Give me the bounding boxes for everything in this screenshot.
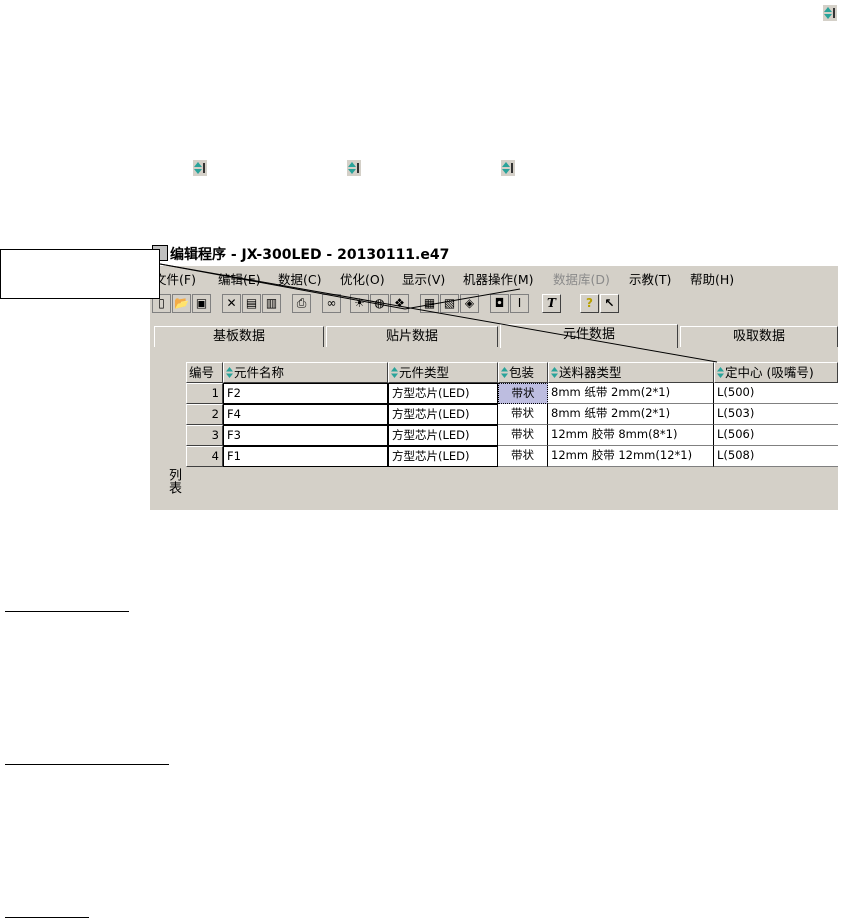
sort-arrow-icon <box>717 367 724 378</box>
menu-data[interactable]: 数据(C) <box>278 269 321 288</box>
sort-icon <box>347 160 361 176</box>
sort-icon <box>193 160 207 176</box>
open-icon[interactable]: 📂 <box>172 294 191 313</box>
menu-optimize[interactable]: 优化(O) <box>340 269 385 288</box>
col-header-name-label: 元件名称 <box>234 365 285 380</box>
sort-arrow-icon <box>391 367 398 378</box>
sort-arrow-icon <box>551 367 558 378</box>
cell-centering[interactable]: L(503) <box>714 404 838 425</box>
light-icon[interactable]: ☀ <box>350 294 369 313</box>
col-header-feeder[interactable]: 送料器类型 <box>548 362 714 383</box>
cut-icon[interactable]: ✕ <box>222 294 241 313</box>
tab-component-data[interactable]: 元件数据 <box>500 324 678 348</box>
menu-view[interactable]: 显示(V) <box>402 269 445 288</box>
cell-package[interactable]: 带状 <box>498 446 548 467</box>
row-number[interactable]: 1 <box>186 383 223 404</box>
tab-pickup-data[interactable]: 吸取数据 <box>680 326 838 347</box>
cell-package[interactable]: 带状 <box>498 425 548 446</box>
cell-component-type[interactable]: 方型芯片(LED) <box>388 446 498 467</box>
col-header-num[interactable]: 编号 <box>186 362 223 383</box>
menu-teach[interactable]: 示教(T) <box>629 269 671 288</box>
window-title: 编辑程序 - JX-300LED - 20130111.e47 <box>170 247 450 263</box>
cell-feeder-type[interactable]: 8mm 纸带 2mm(2*1) <box>548 404 714 425</box>
cell-feeder-type[interactable]: 8mm 纸带 2mm(2*1) <box>548 383 714 404</box>
column-icon[interactable]: Ⅰ <box>510 294 529 313</box>
print-icon[interactable]: ⎙ <box>292 294 311 313</box>
cell-feeder-type[interactable]: 12mm 胶带 12mm(12*1) <box>548 446 714 467</box>
menu-machine[interactable]: 机器操作(M) <box>463 269 534 288</box>
cell-centering[interactable]: L(508) <box>714 446 838 467</box>
help-icon[interactable]: ? <box>580 294 599 313</box>
heading-underline <box>5 611 129 612</box>
col-header-pack-label: 包装 <box>509 365 535 380</box>
package-icon[interactable]: ◈ <box>460 294 479 313</box>
sort-arrow-icon <box>226 367 233 378</box>
col-header-center[interactable]: 定中心 (吸嘴号) <box>714 362 838 383</box>
find-icon[interactable]: ∞ <box>322 294 341 313</box>
col-header-center-label: 定中心 (吸嘴号) <box>725 365 814 380</box>
col-header-type[interactable]: 元件类型 <box>388 362 498 383</box>
toolbar: ▯ 📂 ▣ ✕ ▤ ▥ ⎙ ∞ ☀ ◍ ❖ ▦ ▧ ◈ ◘ Ⅰ T ? ↖ <box>150 288 838 318</box>
cell-component-type[interactable]: 方型芯片(LED) <box>388 383 498 404</box>
nozzle-icon[interactable]: ◘ <box>490 294 509 313</box>
col-header-pack[interactable]: 包装 <box>498 362 548 383</box>
tab-strip: 基板数据 贴片数据 元件数据 吸取数据 <box>150 324 838 348</box>
col-header-type-label: 元件类型 <box>399 365 450 380</box>
heading-underline <box>5 917 89 918</box>
sort-arrow-icon <box>501 367 508 378</box>
cell-feeder-type[interactable]: 12mm 胶带 8mm(8*1) <box>548 425 714 446</box>
tab-placement-data[interactable]: 贴片数据 <box>326 326 498 347</box>
cell-component-type[interactable]: 方型芯片(LED) <box>388 404 498 425</box>
cell-centering[interactable]: L(506) <box>714 425 838 446</box>
tab-board-data[interactable]: 基板数据 <box>154 326 324 347</box>
cell-package[interactable]: 带状 <box>498 404 548 425</box>
copy-icon[interactable]: ▤ <box>242 294 261 313</box>
cell-package[interactable]: 带状 <box>498 383 548 404</box>
menu-file[interactable]: 文件(F) <box>154 269 196 288</box>
list-side-label[interactable]: 列表 <box>164 468 183 494</box>
cell-component-name[interactable]: F3 <box>223 425 388 446</box>
sort-icon <box>823 5 837 21</box>
menu-help[interactable]: 帮助(H) <box>690 269 734 288</box>
paste-icon[interactable]: ▥ <box>262 294 281 313</box>
cell-component-name[interactable]: F4 <box>223 404 388 425</box>
save-icon[interactable]: ▣ <box>192 294 211 313</box>
cell-centering[interactable]: L(500) <box>714 383 838 404</box>
heading-underline <box>5 764 169 765</box>
row-number[interactable]: 2 <box>186 404 223 425</box>
component-icon[interactable]: ▦ <box>420 294 439 313</box>
title-bar: 编辑程序 - JX-300LED - 20130111.e47 <box>150 240 838 266</box>
cell-component-name[interactable]: F2 <box>223 383 388 404</box>
cell-component-type[interactable]: 方型芯片(LED) <box>388 425 498 446</box>
edit-program-window: 编辑程序 - JX-300LED - 20130111.e47 文件(F) 编辑… <box>150 240 838 510</box>
menu-edit[interactable]: 编辑(E) <box>218 269 261 288</box>
callout-box <box>0 249 160 299</box>
col-header-feeder-label: 送料器类型 <box>559 365 622 380</box>
context-help-icon[interactable]: ↖ <box>600 294 619 313</box>
color-icon[interactable]: ◍ <box>370 294 389 313</box>
text-icon[interactable]: T <box>542 294 561 313</box>
feeder-icon[interactable]: ▧ <box>440 294 459 313</box>
row-number[interactable]: 4 <box>186 446 223 467</box>
col-header-name[interactable]: 元件名称 <box>223 362 388 383</box>
menu-bar: 文件(F) 编辑(E) 数据(C) 优化(O) 显示(V) 机器操作(M) 数据… <box>150 266 838 288</box>
menu-database: 数据库(D) <box>553 272 610 287</box>
row-number[interactable]: 3 <box>186 425 223 446</box>
sort-icon <box>501 160 515 176</box>
palette-icon[interactable]: ❖ <box>390 294 409 313</box>
cell-component-name[interactable]: F1 <box>223 446 388 467</box>
